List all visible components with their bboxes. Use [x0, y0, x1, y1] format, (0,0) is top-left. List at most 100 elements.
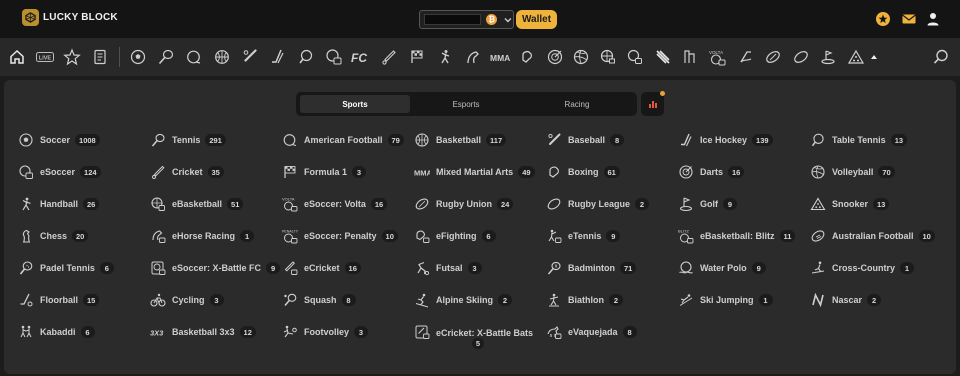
etennis-icon[interactable]: [626, 48, 644, 66]
event-count-badge: 2: [635, 198, 650, 210]
sport-item[interactable]: Boxing 61: [546, 163, 620, 181]
sport-item[interactable]: Golf 9: [678, 195, 737, 213]
more-icon[interactable]: [867, 48, 881, 66]
sport-item[interactable]: PENALTY eSoccer: Penalty 10: [282, 227, 398, 245]
event-count-badge: 13: [873, 198, 890, 210]
sport-item[interactable]: Baseball 8: [546, 131, 625, 149]
tab-sports[interactable]: Sports: [300, 95, 410, 113]
event-count-badge: 3: [354, 326, 369, 338]
sport-name: eCricket: X-Battle Bats: [436, 328, 534, 338]
sport-item[interactable]: Soccer 1008: [18, 131, 100, 149]
rugby-league-icon[interactable]: [681, 48, 699, 66]
live-icon[interactable]: LIVE: [36, 48, 54, 66]
sport-item[interactable]: eFighting 6: [414, 227, 496, 245]
sport-item[interactable]: Padel Tennis 6: [18, 259, 114, 277]
sport-item[interactable]: Cricket 35: [150, 163, 224, 181]
sport-item[interactable]: Badminton 71: [546, 259, 637, 277]
volleyball-icon[interactable]: [572, 48, 590, 66]
sport-item[interactable]: Chess 20: [18, 227, 89, 245]
sport-item[interactable]: Biathlon 2: [546, 291, 623, 309]
snooker-icon[interactable]: [847, 48, 865, 66]
nascar-icon[interactable]: [654, 48, 672, 66]
sport-item[interactable]: Tennis 291: [150, 131, 226, 149]
star-badge-icon[interactable]: [875, 11, 891, 27]
sport-item[interactable]: Handball 26: [18, 195, 100, 213]
user-icon[interactable]: [925, 11, 941, 27]
mma-icon[interactable]: MMA: [490, 48, 510, 66]
golf-icon[interactable]: [737, 48, 755, 66]
sport-item[interactable]: Alpine Skiing 2: [414, 291, 513, 309]
sport-item[interactable]: eHorse Racing 1: [150, 227, 255, 245]
boxing-icon[interactable]: [518, 48, 536, 66]
sport-item[interactable]: Snooker 13: [810, 195, 890, 213]
sport-item[interactable]: eBasketball 51: [150, 195, 244, 213]
tab-racing[interactable]: Racing: [522, 95, 632, 113]
american-football-icon[interactable]: [185, 48, 203, 66]
sport-item[interactable]: Nascar 2: [810, 291, 882, 309]
rugby-union-icon[interactable]: [764, 48, 782, 66]
volta-icon[interactable]: VOLTA: [708, 48, 728, 66]
search-icon[interactable]: [932, 48, 950, 66]
sport-item[interactable]: VOLTA eSoccer: Volta 16: [282, 195, 388, 213]
sport-item[interactable]: Kabaddi 6: [18, 323, 95, 341]
sport-item[interactable]: 3X3 Basketball 3x3 12: [150, 323, 256, 341]
ebasketball-icon[interactable]: [599, 48, 617, 66]
table-tennis-icon[interactable]: [297, 48, 315, 66]
cricket-icon[interactable]: [380, 48, 398, 66]
sport-item[interactable]: Footvolley 3: [282, 323, 369, 341]
sport-item[interactable]: BLITZ eBasketball: Blitz 11: [678, 227, 796, 245]
sport-item[interactable]: Table Tennis 13: [810, 131, 908, 149]
sport-name: Soccer: [40, 135, 71, 145]
sport-item[interactable]: Water Polo 9: [678, 259, 766, 277]
cycling-icon: [150, 292, 166, 308]
fc-icon[interactable]: FC: [350, 48, 372, 66]
betslip-icon[interactable]: [91, 48, 109, 66]
sport-item[interactable]: Darts 16: [678, 163, 745, 181]
sport-item[interactable]: Floorball 15: [18, 291, 100, 309]
sport-item[interactable]: Ski Jumping 1: [678, 291, 773, 309]
sport-item[interactable]: eSoccer: X-Battle FC 9: [150, 259, 281, 277]
event-count-badge: 71: [620, 262, 637, 274]
darts-icon[interactable]: [546, 48, 564, 66]
logo[interactable]: LUCKY BLOCK: [22, 9, 118, 26]
balance-selector[interactable]: ₿: [419, 10, 514, 29]
tab-esports[interactable]: Esports: [412, 95, 520, 113]
wallet-button[interactable]: Wallet: [516, 10, 557, 29]
ehorse-icon[interactable]: [464, 48, 482, 66]
esoccer-icon[interactable]: [325, 48, 343, 66]
home-icon[interactable]: [8, 48, 26, 66]
sport-item[interactable]: Cycling 3: [150, 291, 224, 309]
sport-item[interactable]: Formula 1 3: [282, 163, 367, 181]
basketball-icon[interactable]: [213, 48, 231, 66]
star-icon[interactable]: [63, 48, 81, 66]
rugby-ball-icon[interactable]: [792, 48, 810, 66]
mail-icon[interactable]: [901, 11, 917, 27]
sport-item[interactable]: eVaquejada 8: [546, 323, 637, 341]
handball-icon[interactable]: [436, 48, 454, 66]
sport-item[interactable]: MMA Mixed Martial Arts 49: [414, 163, 535, 181]
soccer-icon[interactable]: [129, 48, 147, 66]
ice-hockey-icon[interactable]: [269, 48, 287, 66]
sport-item[interactable]: eCricket: X-Battle Bats 5: [414, 323, 536, 349]
formula1-icon[interactable]: [408, 48, 426, 66]
sport-item[interactable]: Volleyball 70: [810, 163, 895, 181]
sport-item[interactable]: Cross-Country 1: [810, 259, 915, 277]
sport-item[interactable]: eCricket 16: [282, 259, 361, 277]
waterpolo-icon[interactable]: [819, 48, 837, 66]
sport-item[interactable]: Ice Hockey 139: [678, 131, 773, 149]
baseball-icon[interactable]: [241, 48, 259, 66]
sport-item[interactable]: Rugby League 2: [546, 195, 650, 213]
sport-item[interactable]: Basketball 117: [414, 131, 507, 149]
sport-name: Handball: [40, 199, 79, 209]
sport-item[interactable]: eSoccer 124: [18, 163, 101, 181]
tennis-icon[interactable]: [157, 48, 175, 66]
sport-item[interactable]: Squash 8: [282, 291, 356, 309]
sport-item[interactable]: Rugby Union 24: [414, 195, 514, 213]
sport-item[interactable]: eTennis 9: [546, 227, 621, 245]
sport-name: Alpine Skiing: [436, 295, 494, 305]
sport-name: Nascar: [832, 295, 863, 305]
sport-item[interactable]: Futsal 3: [414, 259, 482, 277]
stats-button[interactable]: [641, 91, 665, 116]
sport-item[interactable]: Australian Football 10: [810, 227, 935, 245]
sport-item[interactable]: American Football 79: [282, 131, 404, 149]
